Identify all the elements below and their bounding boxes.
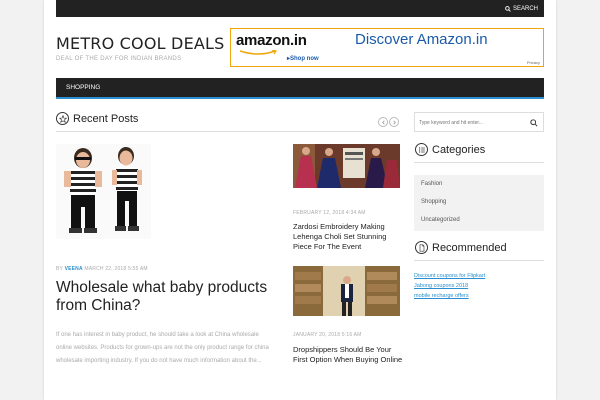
recent-posts-header: Recent Posts xyxy=(56,112,138,125)
post-date: MARCH 22, 2018 5:55 AM xyxy=(84,266,148,272)
main-navbar: SHOPPING xyxy=(56,78,544,99)
category-shopping[interactable]: Shopping xyxy=(421,199,446,205)
meta-by: BY xyxy=(56,266,63,272)
site-tagline: DEAL OF THE DAY FOR INDIAN BRANDS xyxy=(56,56,182,62)
search-toggle-button[interactable]: SEARCH xyxy=(505,0,538,17)
list-icon xyxy=(415,143,428,156)
slider-next-button[interactable] xyxy=(389,117,399,127)
amazon-smile-icon xyxy=(239,50,277,55)
recent-posts-heading: Recent Posts xyxy=(73,112,139,125)
main-post-excerpt: If one has interest in baby product, he … xyxy=(56,332,269,364)
slider-prev-button[interactable] xyxy=(378,117,388,127)
recommended-link-jabong[interactable]: Jabong coupons 2018 xyxy=(414,283,468,289)
categories-divider xyxy=(414,162,544,163)
side-post-date-2: JANUARY 20, 2018 5:16 AM xyxy=(293,332,362,338)
recommended-header: Recommended xyxy=(415,241,507,254)
side-post-image-2[interactable] xyxy=(293,266,400,316)
main-post-image[interactable] xyxy=(56,144,151,239)
chevron-right-icon xyxy=(392,120,396,124)
post-author-link[interactable]: VEENA xyxy=(65,266,83,272)
side-post-date-1: FEBRUARY 12, 2018 4:34 AM xyxy=(293,210,366,216)
categories-header: Categories xyxy=(415,143,485,156)
page-container: SEARCH METRO COOL DEALS DEAL OF THE DAY … xyxy=(44,0,556,400)
recommended-link-flipkart[interactable]: Discount coupons for Flipkart xyxy=(414,273,485,279)
chevron-left-icon xyxy=(381,120,385,124)
side-post-image-1[interactable] xyxy=(293,144,400,188)
search-toggle-label: SEARCH xyxy=(512,5,538,12)
main-post-meta: BY VEENA MARCH 22, 2018 5:55 AM xyxy=(56,266,148,272)
side-post-title-2[interactable]: Dropshippers Should Be Your First Option… xyxy=(293,345,403,365)
categories-list: Fashion Shopping Uncategorized xyxy=(414,175,544,231)
categories-heading: Categories xyxy=(432,143,486,156)
amazon-ad-banner[interactable]: amazon.in ▸Shop now Discover Amazon.in P… xyxy=(230,28,544,67)
search-icon[interactable] xyxy=(530,119,538,127)
banner-discover-text: Discover Amazon.in xyxy=(355,31,488,48)
recommended-divider xyxy=(414,260,544,261)
banner-privacy-link[interactable]: Privacy xyxy=(527,60,540,65)
recommended-link-recharge[interactable]: mobile recharge offers xyxy=(414,293,469,299)
site-title[interactable]: METRO COOL DEALS xyxy=(56,34,225,53)
recent-divider xyxy=(56,131,400,132)
sidebar-search xyxy=(414,112,544,132)
star-icon xyxy=(56,112,69,125)
recommended-heading: Recommended xyxy=(432,241,507,254)
main-post-title[interactable]: Wholesale what baby products from China? xyxy=(56,279,288,315)
category-fashion[interactable]: Fashion xyxy=(421,181,442,187)
category-uncategorized[interactable]: Uncategorized xyxy=(421,217,460,223)
amazon-logo: amazon.in xyxy=(236,32,307,49)
sidebar-search-input[interactable] xyxy=(419,117,524,128)
top-bar: SEARCH xyxy=(56,0,544,17)
shop-now-link[interactable]: ▸Shop now xyxy=(287,55,319,62)
side-post-title-1[interactable]: Zardosi Embroidery Making Lehenga Choli … xyxy=(293,222,403,252)
search-icon xyxy=(505,5,511,12)
nav-item-shopping[interactable]: SHOPPING xyxy=(66,78,100,97)
document-icon xyxy=(415,241,428,254)
